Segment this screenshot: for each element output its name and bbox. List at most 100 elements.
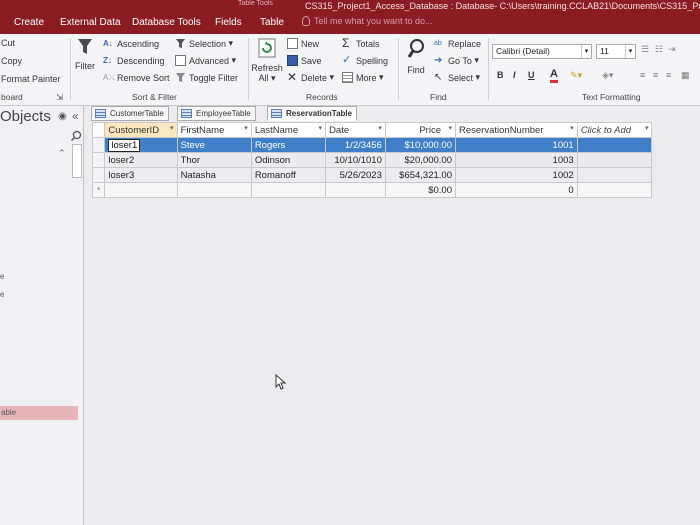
- cell-lastname[interactable]: Odinson: [250, 152, 327, 168]
- tab-fields[interactable]: Fields: [215, 17, 242, 28]
- table-row[interactable]: loser2 Thor Odinson 10/10/1010 $20,000.0…: [91, 152, 653, 168]
- search-icon[interactable]: [70, 130, 82, 142]
- cell-firstname[interactable]: Thor: [176, 152, 252, 168]
- align-right-icon[interactable]: ≡: [666, 70, 671, 80]
- new-record-button[interactable]: New: [287, 38, 319, 49]
- find-button[interactable]: Find: [403, 38, 429, 75]
- sort-dropdown-icon[interactable]: ▾: [244, 124, 248, 132]
- cell-firstname[interactable]: Steve: [176, 137, 252, 153]
- align-left-icon[interactable]: ≡: [640, 70, 645, 80]
- cell-price[interactable]: $20,000.00: [384, 152, 457, 168]
- gridlines-icon[interactable]: ▦: [681, 70, 690, 81]
- spelling-button[interactable]: ✓ Spelling: [342, 55, 388, 66]
- toggle-filter-button[interactable]: Toggle Filter: [175, 72, 238, 83]
- indent-icon[interactable]: ⇥: [668, 44, 676, 55]
- cell-firstname[interactable]: Natasha: [176, 167, 252, 183]
- cell-price[interactable]: $10,000.00: [384, 137, 457, 153]
- cell-customerid[interactable]: loser3: [104, 167, 178, 183]
- font-color-button[interactable]: A: [550, 68, 558, 83]
- column-header-price[interactable]: Price ▾: [384, 122, 457, 138]
- tab-create[interactable]: Create: [14, 17, 44, 28]
- sort-dropdown-icon[interactable]: ▾: [570, 124, 574, 132]
- sort-dropdown-icon[interactable]: ▾: [170, 124, 174, 132]
- tell-me-box[interactable]: Tell me what you want to do...: [300, 16, 450, 31]
- nav-item-table[interactable]: able: [0, 406, 78, 420]
- numbered-list-icon[interactable]: ☷: [655, 44, 663, 55]
- nav-item-fragment[interactable]: e: [0, 272, 4, 281]
- highlight-icon[interactable]: ✎▾: [570, 70, 582, 81]
- select-button[interactable]: ↖ Select ▾: [434, 72, 480, 83]
- chevron-up-icon[interactable]: ⌃: [58, 148, 66, 159]
- filter-button[interactable]: Filter: [74, 38, 96, 71]
- new-record-row[interactable]: * $0.00 0: [91, 182, 653, 198]
- column-header-customerid[interactable]: CustomerID ▾: [104, 122, 178, 138]
- format-painter-button[interactable]: Format Painter: [1, 74, 61, 84]
- cell-reservationnumber[interactable]: 1001: [455, 137, 578, 153]
- font-size-select[interactable]: 11 ▾: [596, 44, 636, 59]
- cell-date[interactable]: 5/26/2023: [325, 167, 386, 183]
- copy-button[interactable]: Copy: [1, 56, 22, 66]
- sort-dropdown-icon[interactable]: ▾: [319, 124, 323, 132]
- cell-lastname[interactable]: Rogers: [250, 137, 327, 153]
- cut-button[interactable]: Cut: [1, 38, 15, 48]
- nav-item-fragment[interactable]: e: [0, 290, 4, 299]
- cell-customerid[interactable]: loser2: [104, 152, 178, 168]
- italic-button[interactable]: I: [513, 70, 516, 80]
- row-selector[interactable]: [91, 137, 106, 153]
- cell-price[interactable]: $0.00: [384, 182, 457, 198]
- column-header-date[interactable]: Date ▾: [325, 122, 386, 138]
- cell-reservationnumber[interactable]: 1002: [455, 167, 578, 183]
- tab-database-tools[interactable]: Database Tools: [132, 17, 201, 28]
- column-header-click-to-add[interactable]: Click to Add ▾: [576, 122, 653, 138]
- sort-dropdown-icon[interactable]: ▾: [448, 124, 452, 132]
- cell-date[interactable]: [325, 182, 386, 198]
- selection-button[interactable]: Selection ▾: [175, 38, 233, 49]
- underline-button[interactable]: U: [528, 70, 535, 80]
- tab-employee-table[interactable]: EmployeeTable: [177, 106, 256, 121]
- replace-button[interactable]: ab Replace: [434, 38, 481, 49]
- descending-button[interactable]: Z↓ Descending: [103, 55, 165, 66]
- nav-options-icon[interactable]: ◉: [58, 111, 67, 122]
- row-selector[interactable]: [91, 152, 106, 168]
- column-header-firstname[interactable]: FirstName ▾: [176, 122, 252, 138]
- remove-sort-button[interactable]: A⤫ Remove Sort: [103, 72, 170, 83]
- tab-external-data[interactable]: External Data: [60, 17, 121, 28]
- collapse-pane-icon[interactable]: «: [72, 109, 79, 123]
- delete-record-button[interactable]: ✕ Delete ▾: [287, 71, 334, 83]
- advanced-button[interactable]: Advanced ▾: [175, 55, 236, 66]
- cell-firstname[interactable]: [176, 182, 252, 198]
- cell-customerid[interactable]: [104, 182, 178, 198]
- row-selector[interactable]: [91, 167, 106, 183]
- cell-customerid[interactable]: loser1: [104, 137, 178, 153]
- sort-dropdown-icon[interactable]: ▾: [644, 124, 648, 132]
- sort-dropdown-icon[interactable]: ▾: [378, 124, 382, 132]
- more-button[interactable]: More ▾: [342, 72, 384, 83]
- ascending-button[interactable]: A↓ Ascending: [103, 38, 159, 49]
- column-header-lastname[interactable]: LastName ▾: [250, 122, 327, 138]
- totals-button[interactable]: Σ Totals: [342, 37, 380, 49]
- table-row[interactable]: loser3 Natasha Romanoff 5/26/2023 $654,3…: [91, 167, 653, 183]
- cell-empty[interactable]: [576, 152, 653, 168]
- clipboard-launcher-icon[interactable]: ⇲: [56, 92, 63, 103]
- cell-reservationnumber[interactable]: 1003: [455, 152, 578, 168]
- select-all-cell[interactable]: [91, 122, 106, 138]
- save-record-button[interactable]: Save: [287, 55, 322, 66]
- tab-customer-table[interactable]: CustomerTable: [91, 106, 169, 121]
- font-name-select[interactable]: Calibri (Detail) ▾: [492, 44, 592, 59]
- refresh-all-button[interactable]: Refresh All ▾: [250, 38, 284, 84]
- nav-scrollbar[interactable]: [72, 144, 82, 178]
- align-center-icon[interactable]: ≡: [653, 70, 658, 80]
- fill-color-icon[interactable]: ◈▾: [602, 70, 613, 81]
- cell-empty[interactable]: [576, 137, 653, 153]
- tab-reservation-table[interactable]: ReservationTable: [267, 106, 358, 121]
- table-row[interactable]: loser1 Steve Rogers 1/2/3456 $10,000.00 …: [91, 137, 653, 153]
- cell-lastname[interactable]: [250, 182, 327, 198]
- column-header-reservationnumber[interactable]: ReservationNumber ▾: [455, 122, 578, 138]
- cell-empty[interactable]: [576, 182, 653, 198]
- go-to-button[interactable]: ➔ Go To ▾: [434, 55, 479, 66]
- cell-date[interactable]: 10/10/1010: [325, 152, 386, 168]
- cell-reservationnumber[interactable]: 0: [455, 182, 578, 198]
- bold-button[interactable]: B: [497, 70, 504, 80]
- bullet-list-icon[interactable]: ☰: [641, 44, 649, 55]
- cell-date[interactable]: 1/2/3456: [325, 137, 386, 153]
